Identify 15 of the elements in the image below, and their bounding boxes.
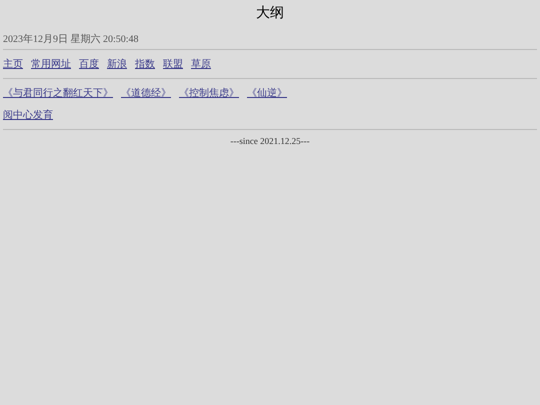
nav-link[interactable]: 主页 bbox=[3, 57, 23, 71]
date-time: 2023年12月9日 星期六 20:50:48 bbox=[3, 32, 140, 46]
nav-link[interactable]: 百度 bbox=[79, 57, 99, 71]
page-title: 大纲 bbox=[255, 4, 285, 22]
nav-link[interactable]: 新浪 bbox=[107, 57, 127, 71]
book-link[interactable]: 《控制焦虑》 bbox=[179, 86, 239, 100]
footer-text: ---since 2021.12.25--- bbox=[229, 136, 311, 146]
nav-link[interactable]: 联盟 bbox=[163, 57, 183, 71]
nav-link[interactable]: 指数 bbox=[135, 57, 155, 71]
book-link[interactable]: 《与君同行之翻红天下》 bbox=[3, 86, 113, 100]
book-link[interactable]: 《仙逆》 bbox=[247, 86, 287, 100]
link[interactable]: 阅中心发育 bbox=[3, 108, 53, 122]
book-link[interactable]: 《道德经》 bbox=[121, 86, 171, 100]
nav-link[interactable]: 草原 bbox=[191, 57, 211, 71]
nav-link[interactable]: 常用网址 bbox=[31, 57, 71, 71]
